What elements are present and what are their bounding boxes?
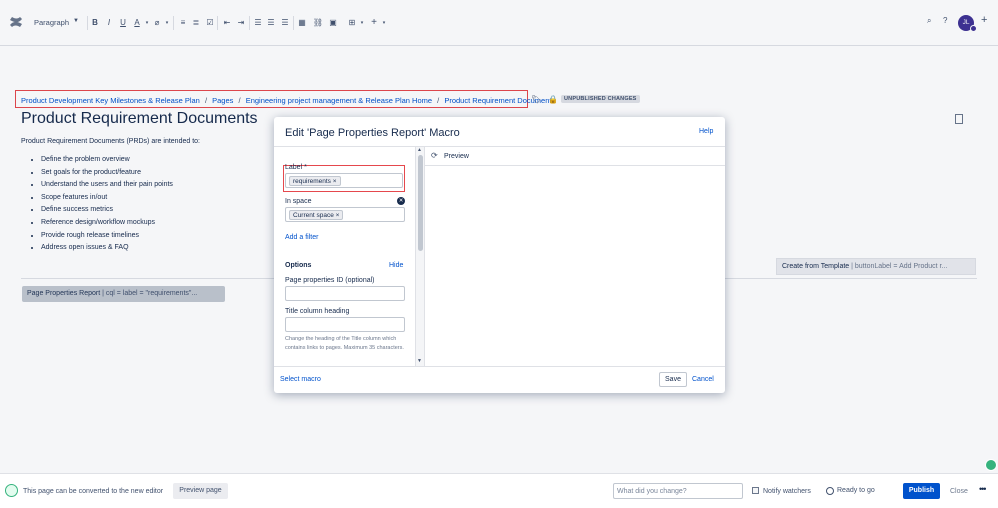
chip-text: requirements [293,178,331,185]
help-link[interactable]: Help [699,128,713,135]
remove-chip-icon[interactable]: × [336,212,340,219]
parameters-scrollbar[interactable]: ▲ ▼ [415,147,424,366]
change-description-input[interactable]: What did you change? [613,483,743,499]
editor-footer: This page can be converted to the new ed… [0,473,998,508]
status-icon[interactable] [985,459,997,471]
title-column-heading-input[interactable] [285,317,405,332]
convert-message: This page can be converted to the new ed… [23,488,164,495]
add-filter-link[interactable]: Add a filter [285,234,318,241]
preview-panel: ⟳ Preview [424,146,725,366]
preview-page-button[interactable]: Preview page [173,483,228,499]
dialog-title: Edit 'Page Properties Report' Macro [285,127,460,139]
ready-to-go-status: Ready to go [837,487,875,494]
options-heading: Options [285,262,312,269]
label-input[interactable]: requirements × [285,173,403,188]
preview-label[interactable]: Preview [444,153,469,160]
save-button[interactable]: Save [659,372,687,387]
hide-options-link[interactable]: Hide [389,262,403,269]
title-column-heading-label: Title column heading [285,308,350,315]
convert-editor-icon [5,484,18,497]
select-macro-link[interactable]: Select macro [280,376,321,383]
publish-button[interactable]: Publish [903,483,940,499]
cancel-button[interactable]: Cancel [692,376,714,383]
dialog-footer: Select macro Save Cancel [274,366,725,393]
title-column-hint: Change the heading of the Title column w… [285,336,404,351]
notify-watchers-checkbox[interactable] [752,487,759,494]
close-button[interactable]: Close [950,488,968,495]
space-chip[interactable]: Current space × [289,210,344,220]
more-options-icon[interactable]: ••• [979,484,987,494]
refresh-icon[interactable]: ⟳ [431,151,438,160]
preview-header: ⟳ Preview [425,147,725,166]
page-properties-id-label: Page properties ID (optional) [285,277,375,284]
chip-text: Current space [293,212,334,219]
ready-check-icon [826,487,834,495]
macro-editor-dialog: Edit 'Page Properties Report' Macro Help… [274,117,725,393]
macro-parameters-panel: Label * requirements × In space ✕ Curren… [274,146,424,366]
clear-field-icon[interactable]: ✕ [397,197,405,205]
in-space-field-label: In space [285,198,312,205]
remove-chip-icon[interactable]: × [333,178,337,185]
label-chip[interactable]: requirements × [289,176,341,186]
notify-watchers-label[interactable]: Notify watchers [763,488,811,495]
scroll-up-icon[interactable]: ▲ [417,147,422,153]
scrollbar-thumb[interactable] [418,155,423,251]
in-space-input[interactable]: Current space × [285,207,405,222]
scroll-down-icon[interactable]: ▼ [417,358,422,364]
label-field-label: Label * [285,164,307,171]
page-properties-id-input[interactable] [285,286,405,301]
